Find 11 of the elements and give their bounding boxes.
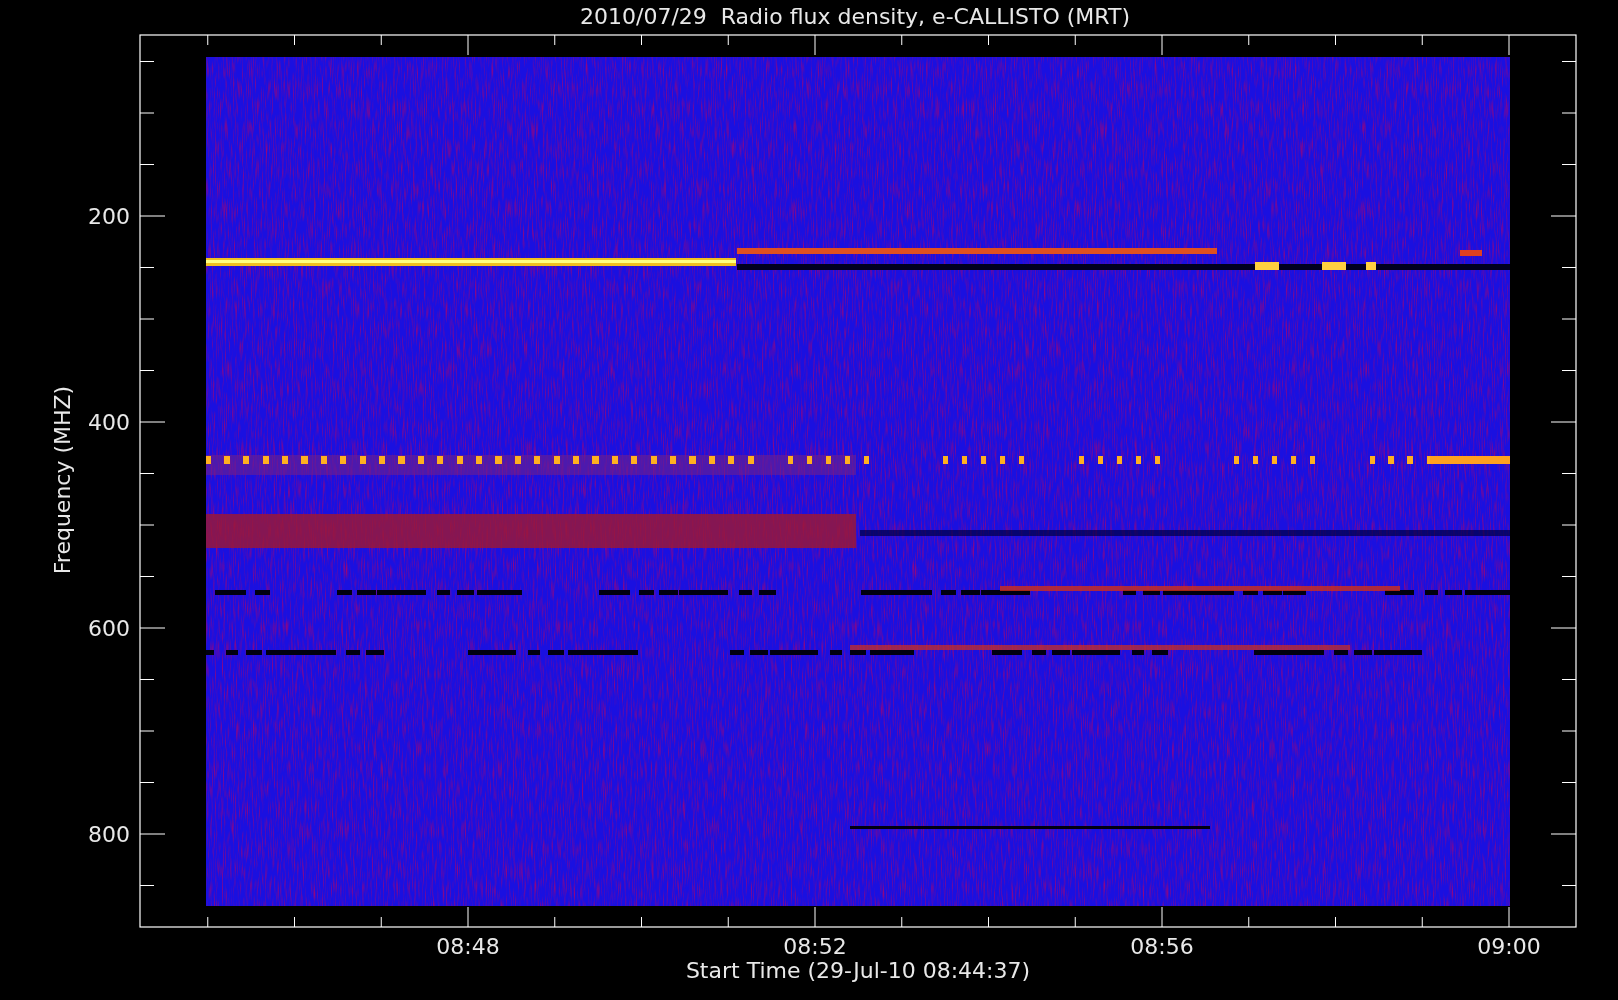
x-tick-label: 08:56 — [1130, 934, 1194, 959]
x-tick-label: 09:00 — [1477, 934, 1541, 959]
y-axis-label: Frequency (MHZ) — [50, 385, 75, 575]
y-tick-label: 400 — [88, 410, 130, 435]
chart-title: 2010/07/29 Radio flux density, e-CALLISTO (MRT) — [580, 4, 1130, 29]
y-tick-label: 800 — [88, 822, 130, 847]
y-tick-label: 600 — [88, 616, 130, 641]
y-tick-label: 200 — [88, 204, 130, 229]
x-axis-label: Start Time (29-Jul-10 08:44:37) — [685, 958, 1031, 983]
x-tick-label: 08:48 — [436, 934, 500, 959]
x-tick-label: 08:52 — [783, 934, 847, 959]
